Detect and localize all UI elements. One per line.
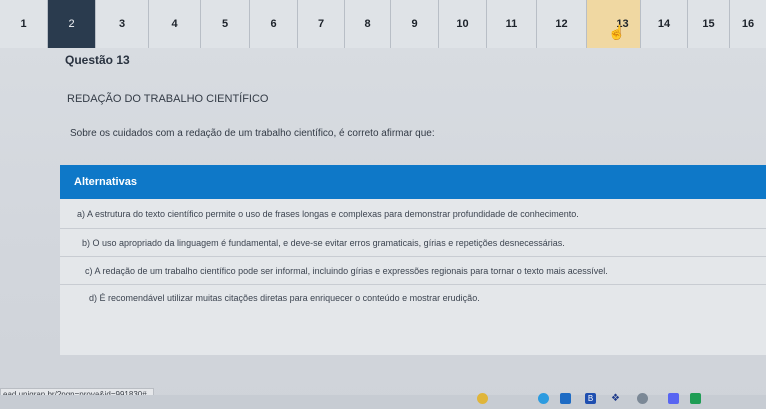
question-number: 14 [657, 18, 671, 30]
sheets-icon[interactable] [690, 393, 701, 404]
question-nav-item[interactable]: 8 [345, 0, 391, 48]
question-nav-item[interactable]: 12 [537, 0, 587, 48]
question-title: Questão 13 [65, 53, 130, 67]
question-number: 2 [68, 18, 75, 30]
question-number: 10 [456, 18, 469, 30]
question-nav-item[interactable]: 3 [96, 0, 149, 48]
question-nav-item[interactable]: 2 [48, 0, 96, 48]
b-app-icon[interactable]: B [585, 393, 596, 404]
question-number: 16 [741, 18, 755, 30]
alternative-b[interactable]: b) O uso apropriado da linguagem é funda… [82, 238, 565, 248]
hand-cursor-icon: ☝ [608, 24, 626, 40]
question-nav-item[interactable]: 14 [641, 0, 688, 48]
question-nav-item[interactable]: 5 [201, 0, 250, 48]
question-number: 7 [317, 18, 325, 30]
question-number: 9 [411, 18, 418, 30]
question-prompt: Sobre os cuidados com a redação de um tr… [70, 128, 435, 139]
question-subject: REDAÇÃO DO TRABALHO CIENTÍFICO [67, 93, 269, 105]
question-nav-item[interactable]: 11 [487, 0, 537, 48]
alternatives-header: Alternativas [60, 165, 766, 199]
question-nav-item[interactable]: 9 [391, 0, 439, 48]
question-nav-item[interactable]: 10 [439, 0, 487, 48]
question-navigation: 1 2 3 4 5 6 7 8 9 10 11 12 13 14 15 16 [0, 0, 766, 48]
divider [60, 284, 766, 285]
chrome-icon[interactable] [477, 393, 488, 404]
question-nav-item[interactable]: 4 [149, 0, 201, 48]
alternative-d[interactable]: d) É recomendável utilizar muitas citaçõ… [89, 293, 480, 303]
cloud-icon[interactable] [637, 393, 648, 404]
dropbox-icon[interactable]: ❖ [610, 393, 621, 404]
question-nav-item[interactable]: 6 [250, 0, 298, 48]
divider [60, 228, 766, 229]
question-number: 3 [118, 18, 126, 30]
discord-icon[interactable] [668, 393, 679, 404]
question-nav-item[interactable]: 7 [298, 0, 345, 48]
question-number: 6 [270, 18, 277, 30]
question-number: 15 [702, 18, 715, 30]
question-number: 12 [555, 18, 568, 30]
circle-app-icon[interactable] [538, 393, 549, 404]
question-number: 1 [20, 18, 27, 30]
question-number: 4 [171, 18, 178, 30]
question-number: 11 [505, 18, 518, 30]
divider [60, 256, 766, 257]
question-number: 5 [221, 18, 229, 30]
store-icon[interactable] [560, 393, 571, 404]
question-number: 8 [364, 18, 371, 30]
alternative-a[interactable]: a) A estrutura do texto científico permi… [77, 209, 579, 219]
question-nav-item[interactable]: 16 [730, 0, 766, 48]
question-nav-item[interactable]: 1 [0, 0, 48, 48]
alternative-c[interactable]: c) A redação de um trabalho científico p… [85, 266, 608, 276]
taskbar [0, 395, 766, 409]
question-nav-item[interactable]: 15 [688, 0, 730, 48]
